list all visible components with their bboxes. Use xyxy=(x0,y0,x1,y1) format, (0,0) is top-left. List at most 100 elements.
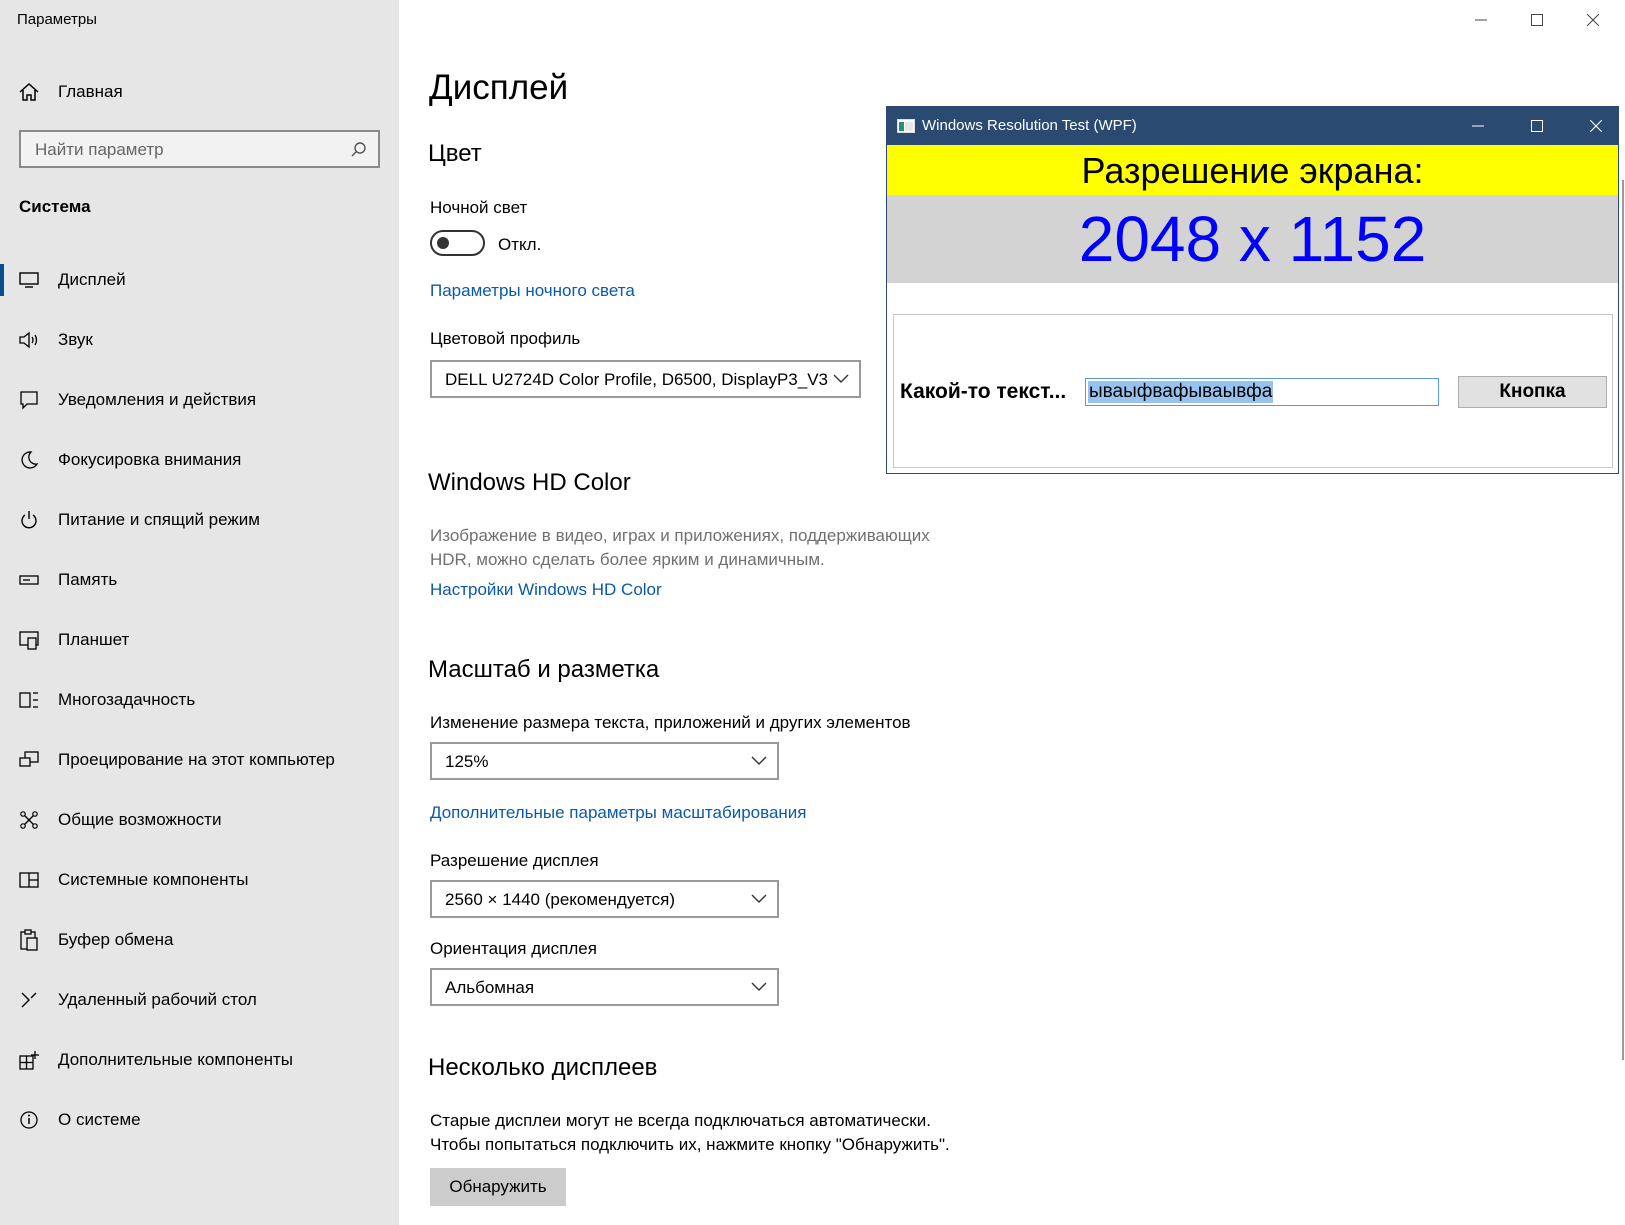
home-nav-item[interactable]: Главная xyxy=(18,78,123,106)
section-title: Система xyxy=(19,197,91,216)
minimize-button[interactable] xyxy=(1461,6,1501,34)
resolution-dropdown[interactable]: 2560 × 1440 (рекомендуется) xyxy=(430,880,779,918)
speaker-icon xyxy=(18,329,40,351)
resolution-value: 2560 × 1440 (рекомендуется) xyxy=(445,890,675,909)
search-input[interactable]: Найти параметр xyxy=(19,130,380,168)
scrollbar[interactable] xyxy=(1622,180,1624,1060)
sidebar-item-label: Общие возможности xyxy=(58,810,222,829)
search-placeholder: Найти параметр xyxy=(35,140,164,159)
info-icon xyxy=(18,1109,40,1131)
sidebar-item-label: Питание и спящий режим xyxy=(58,510,260,529)
sidebar-item-label: Проецирование на этот компьютер xyxy=(58,750,335,769)
sidebar-item-remote-desktop[interactable]: Удаленный рабочий стол xyxy=(0,970,399,1030)
wpf-minimize-button[interactable] xyxy=(1463,116,1493,136)
wpf-close-button[interactable] xyxy=(1581,116,1611,136)
sidebar-item-system-components[interactable]: Системные компоненты xyxy=(0,850,399,910)
app-window-icon xyxy=(897,119,915,133)
page-title: Дисплей xyxy=(429,68,569,107)
night-light-toggle[interactable] xyxy=(430,230,485,256)
minimize-icon xyxy=(1472,125,1484,127)
wpf-input-selected-text: ываыфвафываывфа xyxy=(1088,381,1274,403)
detect-button[interactable]: Обнаружить xyxy=(430,1168,566,1206)
sidebar-item-about[interactable]: О системе xyxy=(0,1090,399,1150)
close-icon xyxy=(1590,120,1602,132)
projecting-icon xyxy=(18,749,40,771)
hd-color-description-line2: HDR, можно сделать более ярким и динамич… xyxy=(430,550,825,569)
wpf-maximize-button[interactable] xyxy=(1522,116,1552,136)
sidebar-item-optional-features[interactable]: Дополнительные компоненты xyxy=(0,1030,399,1090)
resolution-label: Разрешение дисплея xyxy=(430,851,599,870)
sidebar-item-focus[interactable]: Фокусировка внимания xyxy=(0,430,399,490)
maximize-button[interactable] xyxy=(1517,6,1557,34)
wpf-button[interactable]: Кнопка xyxy=(1458,376,1607,408)
sidebar-item-clipboard[interactable]: Буфер обмена xyxy=(0,910,399,970)
clipboard-icon xyxy=(18,929,40,951)
moon-icon xyxy=(18,449,40,471)
sidebar-item-label: Звук xyxy=(58,330,93,349)
sidebar-item-display[interactable]: Дисплей xyxy=(0,250,399,310)
sidebar-item-label: Фокусировка внимания xyxy=(58,450,242,469)
close-icon xyxy=(1587,14,1599,26)
scale-value: 125% xyxy=(445,752,489,771)
sidebar-item-multitasking[interactable]: Многозадачность xyxy=(0,670,399,730)
color-profile-dropdown[interactable]: DELL U2724D Color Profile, D6500, Displa… xyxy=(430,360,861,398)
sidebar-item-label: Буфер обмена xyxy=(58,930,174,949)
sidebar-item-label: Дисплей xyxy=(58,270,126,289)
tablet-icon xyxy=(18,629,40,651)
sidebar-item-label: О системе xyxy=(58,1110,141,1129)
chevron-down-icon xyxy=(833,374,849,383)
hd-color-description-line1: Изображение в видео, играх и приложениях… xyxy=(430,526,930,545)
close-button[interactable] xyxy=(1573,6,1613,34)
sidebar-item-storage[interactable]: Память xyxy=(0,550,399,610)
wpf-form-panel: Какой-то текст... ываыфвафываывфа Кнопка xyxy=(893,314,1613,468)
chevron-down-icon xyxy=(751,982,767,991)
night-light-label: Ночной свет xyxy=(430,198,528,217)
app-title: Параметры xyxy=(17,11,97,28)
sidebar-item-label: Удаленный рабочий стол xyxy=(58,990,257,1009)
system-components-icon xyxy=(18,869,40,891)
advanced-scaling-link[interactable]: Дополнительные параметры масштабирования xyxy=(430,803,806,823)
sidebar-item-tablet[interactable]: Планшет xyxy=(0,610,399,670)
resolution-banner: Разрешение экрана: xyxy=(887,145,1618,195)
optional-features-icon xyxy=(18,1049,40,1071)
power-icon xyxy=(18,509,40,531)
sidebar-item-label: Многозадачность xyxy=(58,690,196,709)
sidebar-item-label: Планшет xyxy=(58,630,130,649)
shared-experiences-icon xyxy=(18,809,40,831)
sidebar-item-power[interactable]: Питание и спящий режим xyxy=(0,490,399,550)
wpf-window-title: Windows Resolution Test (WPF) xyxy=(922,117,1137,134)
sidebar-item-projecting[interactable]: Проецирование на этот компьютер xyxy=(0,730,399,790)
multiple-displays-heading: Несколько дисплеев xyxy=(428,1054,658,1081)
scale-dropdown[interactable]: 125% xyxy=(430,742,779,780)
wpf-text-input[interactable]: ываыфвафываывфа xyxy=(1085,378,1439,406)
storage-icon xyxy=(18,569,40,591)
wpf-titlebar[interactable]: Windows Resolution Test (WPF) xyxy=(887,107,1618,145)
wpf-test-window: Windows Resolution Test (WPF) Разрешение… xyxy=(886,106,1619,474)
search-icon[interactable] xyxy=(350,141,368,159)
hd-color-heading: Windows HD Color xyxy=(428,469,631,496)
orientation-dropdown[interactable]: Альбомная xyxy=(430,968,779,1006)
hd-color-settings-link[interactable]: Настройки Windows HD Color xyxy=(430,580,662,600)
chevron-down-icon xyxy=(751,756,767,765)
maximize-icon xyxy=(1531,120,1543,132)
sidebar-item-label: Дополнительные компоненты xyxy=(58,1050,293,1069)
multiple-displays-description-line2: Чтобы попытаться подключить их, нажмите … xyxy=(430,1135,950,1154)
chevron-down-icon xyxy=(751,894,767,903)
sidebar-item-sound[interactable]: Звук xyxy=(0,310,399,370)
multiple-displays-description-line1: Старые дисплеи могут не всегда подключат… xyxy=(430,1111,931,1130)
remote-desktop-icon xyxy=(18,989,40,1011)
maximize-icon xyxy=(1531,14,1543,26)
wpf-text-label: Какой-то текст... xyxy=(900,380,1067,403)
night-light-settings-link[interactable]: Параметры ночного света xyxy=(430,281,635,301)
sidebar-nav: Дисплей Звук Уведомления и действия Фоку… xyxy=(0,250,399,1150)
sidebar-item-notifications[interactable]: Уведомления и действия xyxy=(0,370,399,430)
multitasking-icon xyxy=(18,689,40,711)
sidebar-item-shared[interactable]: Общие возможности xyxy=(0,790,399,850)
color-profile-value: DELL U2724D Color Profile, D6500, Displa… xyxy=(445,370,829,389)
home-icon xyxy=(19,82,39,101)
color-profile-label: Цветовой профиль xyxy=(430,329,581,348)
monitor-icon xyxy=(18,269,40,291)
resolution-value-display: 2048 x 1152 xyxy=(887,195,1618,283)
sidebar: Параметры Главная Найти параметр Система… xyxy=(0,0,399,1225)
sidebar-item-label: Системные компоненты xyxy=(58,870,249,889)
